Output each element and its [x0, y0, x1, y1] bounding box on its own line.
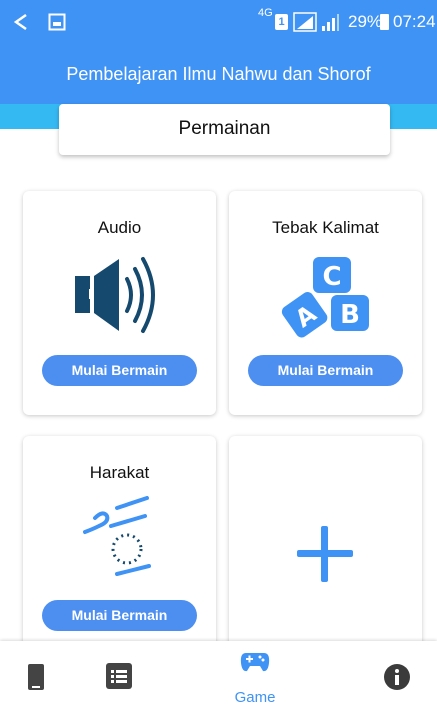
- sim-indicator: 1: [275, 14, 288, 30]
- network-type: 4G: [258, 7, 273, 19]
- game-title: Harakat: [89, 463, 150, 482]
- back-arrow-icon[interactable]: [10, 11, 32, 33]
- play-button[interactable]: Mulai Bermain: [248, 355, 403, 386]
- add-game-card[interactable]: [229, 436, 422, 660]
- section-header: Permainan: [59, 104, 390, 155]
- list-icon[interactable]: [106, 663, 132, 689]
- battery-percentage: 29%: [348, 12, 383, 31]
- gamepad-icon[interactable]: [240, 651, 270, 673]
- game-title: Tebak Kalimat: [272, 218, 379, 237]
- play-button[interactable]: Mulai Bermain: [42, 600, 197, 631]
- game-title: Audio: [97, 218, 142, 237]
- speaker-icon: [75, 257, 155, 333]
- signal-icon: [293, 12, 317, 32]
- battery-icon: [380, 14, 389, 30]
- signal-bars-icon: [322, 14, 339, 31]
- status-bar: 4G 1 29% 07:24: [0, 0, 437, 44]
- game-card-harakat: Harakat Mulai Bermain: [23, 436, 216, 660]
- game-card-audio: Audio Mulai Bermain: [23, 191, 216, 415]
- svg-text:B: B: [340, 300, 360, 330]
- book-icon[interactable]: [28, 664, 44, 690]
- plus-icon[interactable]: [295, 524, 355, 584]
- game-card-tebak-kalimat: Tebak Kalimat C B A Mulai Bermain: [229, 191, 422, 415]
- section-title: Permainan: [178, 118, 271, 139]
- clock: 07:24: [393, 12, 436, 31]
- app-title: Pembelajaran Ilmu Nahwu dan Shorof: [66, 64, 371, 84]
- nav-label-game[interactable]: Game: [230, 689, 280, 706]
- abc-blocks-icon: C B A: [281, 257, 369, 338]
- info-icon[interactable]: [383, 663, 411, 691]
- bottom-navigation: Game: [0, 641, 437, 707]
- app-bar: Pembelajaran Ilmu Nahwu dan Shorof: [0, 44, 437, 104]
- harakat-icon: [83, 496, 151, 576]
- svg-text:C: C: [322, 262, 341, 292]
- image-notification-icon: [48, 13, 66, 31]
- play-button[interactable]: Mulai Bermain: [42, 355, 197, 386]
